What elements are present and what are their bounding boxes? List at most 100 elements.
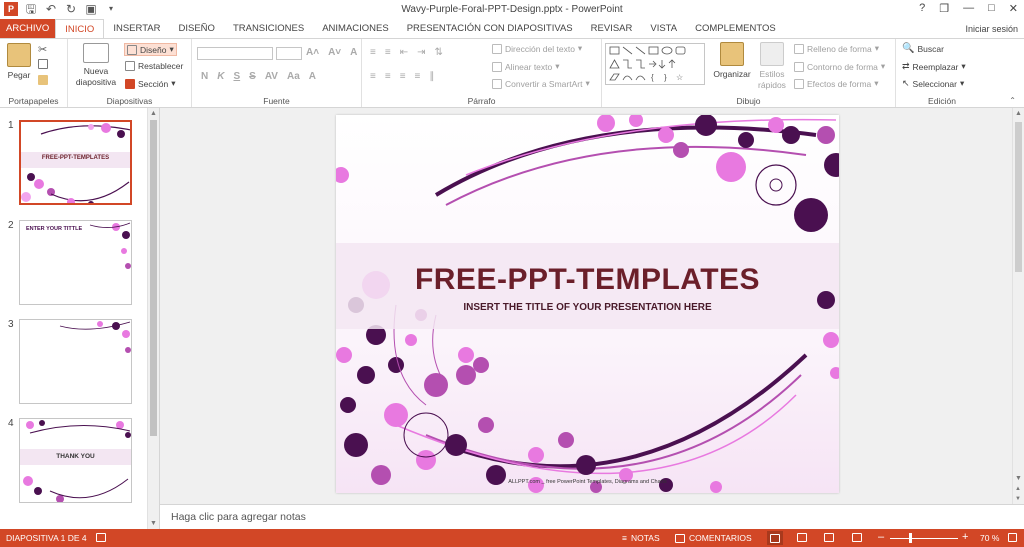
notes-pane[interactable]: Haga clic para agregar notas	[160, 504, 1024, 529]
slide-subtitle[interactable]: INSERT THE TITLE OF YOUR PRESENTATION HE…	[336, 302, 839, 313]
slide-title[interactable]: FREE-PPT-TEMPLATES	[336, 263, 839, 297]
sign-in-link[interactable]: Iniciar sesión	[965, 24, 1018, 34]
tab-revisar[interactable]: REVISAR	[582, 19, 642, 38]
slide-scrollbar[interactable]: ▲ ▼ ▲ ▼	[1012, 108, 1024, 504]
tab-insertar[interactable]: INSERTAR	[104, 19, 169, 38]
format-painter-button[interactable]	[38, 75, 48, 85]
font-size-combo[interactable]	[276, 47, 302, 60]
close-button[interactable]: ✕	[1009, 2, 1018, 15]
columns-icon[interactable]: ∥	[429, 71, 434, 82]
select-button[interactable]: ↖ Seleccionar ▾	[902, 78, 964, 89]
tab-animaciones[interactable]: ANIMACIONES	[313, 19, 398, 38]
group-slides: Nueva diapositiva Diseño ▾ Restablecer S…	[68, 39, 192, 107]
underline-button[interactable]: S	[233, 71, 240, 82]
section-button[interactable]: Sección ▾	[125, 78, 176, 89]
increase-indent-icon[interactable]: ⇥	[417, 47, 425, 58]
numbering-icon[interactable]: ≡	[385, 47, 391, 58]
paste-button[interactable]: Pegar	[4, 43, 34, 81]
svg-text:}: }	[664, 73, 667, 82]
main-slide[interactable]: FREE-PPT-TEMPLATES INSERT THE TITLE OF Y…	[336, 115, 839, 493]
new-slide-button[interactable]: Nueva diapositiva	[74, 41, 118, 88]
scroll-down-icon[interactable]: ▼	[1015, 475, 1022, 482]
thumbnail-scrollbar[interactable]: ▲ ▼	[147, 108, 159, 529]
scroll-down-icon[interactable]: ▼	[150, 520, 157, 527]
paragraph-group-label: Párrafo	[467, 96, 496, 106]
collapse-ribbon-icon[interactable]: ⌃	[1009, 96, 1016, 105]
align-text-button[interactable]: Alinear texto ▾	[492, 61, 560, 72]
help-button[interactable]: ?	[919, 2, 925, 15]
text-direction-button[interactable]: Dirección del texto ▾	[492, 43, 582, 54]
font-color-button[interactable]: A	[309, 71, 316, 82]
italic-button[interactable]: K	[217, 71, 224, 82]
shrink-font-button[interactable]: A˅	[328, 47, 341, 58]
next-slide-icon[interactable]: ▼	[1015, 496, 1021, 502]
shapes-gallery[interactable]: {} ☆	[605, 43, 705, 85]
align-left-icon[interactable]: ≡	[370, 71, 376, 82]
slideshow-button[interactable]	[852, 533, 862, 542]
tab-transiciones[interactable]: TRANSICIONES	[224, 19, 313, 38]
scrollbar-thumb[interactable]	[150, 120, 157, 436]
tab-vista[interactable]: VISTA	[641, 19, 686, 38]
zoom-in-button[interactable]: +	[962, 531, 968, 543]
zoom-level[interactable]: 70 %	[980, 533, 999, 543]
tab-diseno[interactable]: DISEÑO	[170, 19, 224, 38]
binoculars-icon: 🔍	[902, 43, 915, 54]
shape-effects-button[interactable]: Efectos de forma ▾	[794, 78, 879, 89]
strikethrough-button[interactable]: S	[249, 71, 256, 82]
shape-outline-button[interactable]: Contorno de forma ▾	[794, 61, 885, 72]
scroll-up-icon[interactable]: ▲	[1015, 110, 1022, 117]
slide-sorter-button[interactable]	[797, 533, 807, 542]
align-right-icon[interactable]: ≡	[400, 71, 406, 82]
slide-thumbnail-2[interactable]: ENTER YOUR TITTLE	[19, 220, 132, 305]
smartart-button[interactable]: Convertir a SmartArt ▾	[492, 78, 590, 89]
slide-thumbnail-4[interactable]: THANK YOU	[19, 418, 132, 503]
copy-icon	[38, 59, 48, 69]
notes-placeholder[interactable]: Haga clic para agregar notas	[171, 511, 306, 523]
reset-label: Restablecer	[138, 61, 184, 71]
spell-check-icon[interactable]	[96, 533, 106, 542]
minimize-button[interactable]: —	[963, 2, 974, 15]
slide-sorter-icon	[797, 533, 807, 542]
find-button[interactable]: 🔍 Buscar	[902, 43, 944, 54]
reading-view-button[interactable]	[824, 533, 834, 542]
zoom-slider-handle[interactable]	[909, 533, 912, 543]
arrange-button[interactable]: Organizar	[712, 42, 752, 80]
bullets-icon[interactable]: ≡	[370, 47, 376, 58]
grow-font-button[interactable]: A˄	[306, 47, 319, 58]
reset-button[interactable]: Restablecer	[125, 61, 183, 71]
thumb-number: 4	[8, 418, 14, 429]
layout-button[interactable]: Diseño ▾	[124, 43, 177, 56]
char-spacing-button[interactable]: AV	[265, 71, 278, 82]
font-name-combo[interactable]	[197, 47, 273, 60]
slide-thumbnail-3[interactable]	[19, 319, 132, 404]
change-case-button[interactable]: Aa	[287, 71, 300, 82]
tab-inicio[interactable]: INICIO	[55, 19, 105, 38]
clear-format-button[interactable]: A	[350, 47, 357, 58]
line-spacing-icon[interactable]: ⇅	[434, 47, 442, 58]
group-clipboard: Pegar ✂ Portapapeles	[0, 39, 68, 107]
align-center-icon[interactable]: ≡	[385, 71, 391, 82]
slide-scrollbar-thumb[interactable]	[1015, 122, 1022, 272]
justify-icon[interactable]: ≡	[415, 71, 421, 82]
decrease-indent-icon[interactable]: ⇤	[400, 47, 408, 58]
zoom-slider[interactable]	[890, 538, 958, 539]
tab-archivo[interactable]: ARCHIVO	[0, 19, 56, 38]
tab-complementos[interactable]: COMPLEMENTOS	[686, 19, 785, 38]
quick-styles-button[interactable]: Estilos rápidos	[754, 42, 790, 91]
tab-presentacion[interactable]: PRESENTACIÓN CON DIAPOSITIVAS	[398, 19, 582, 38]
normal-view-button[interactable]	[767, 531, 783, 545]
copy-button[interactable]	[38, 59, 48, 69]
maximize-button[interactable]: □	[988, 2, 995, 15]
fit-slide-icon[interactable]	[1008, 533, 1017, 542]
replace-button[interactable]: ⇄ Reemplazar ▾	[902, 61, 966, 72]
zoom-out-button[interactable]: –	[878, 531, 884, 543]
cut-button[interactable]: ✂	[38, 43, 47, 56]
comments-toggle[interactable]: COMENTARIOS	[675, 533, 752, 543]
prev-slide-icon[interactable]: ▲	[1015, 486, 1021, 492]
notes-toggle[interactable]: ≡ NOTAS	[622, 533, 660, 543]
bold-button[interactable]: N	[201, 71, 208, 82]
ribbon-display-button[interactable]: ❐	[939, 2, 949, 15]
shape-fill-button[interactable]: Relleno de forma ▾	[794, 43, 879, 54]
scroll-up-icon[interactable]: ▲	[150, 110, 157, 117]
slide-thumbnail-1[interactable]: FREE-PPT-TEMPLATES	[19, 120, 132, 205]
